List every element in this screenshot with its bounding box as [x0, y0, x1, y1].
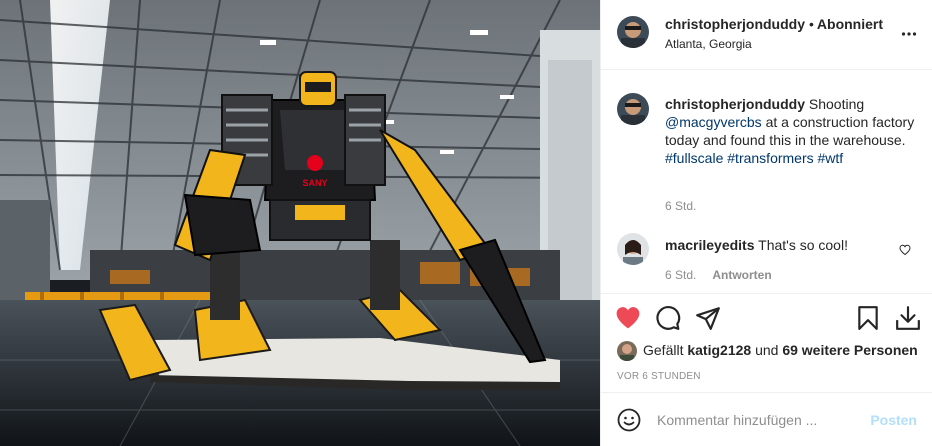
save-bookmark-icon[interactable]	[855, 305, 881, 331]
commenter-avatar[interactable]	[617, 233, 649, 265]
caption-timestamp[interactable]: 6 Std.	[665, 199, 696, 213]
likes-prefix: Gefällt	[643, 342, 684, 358]
header-separator: •	[809, 16, 814, 32]
liker-avatar[interactable]	[617, 341, 637, 361]
add-comment-bar: Posten	[601, 392, 932, 446]
post-timestamp[interactable]: VOR 6 STUNDEN	[617, 371, 701, 382]
likes-middle: und	[755, 342, 779, 358]
robot-warehouse-image: SANY	[0, 0, 600, 446]
likes-text: Gefällt katig2128 und 69 weitere Persone…	[643, 342, 918, 358]
caption-part-1: Shooting	[808, 96, 865, 112]
author-avatar[interactable]	[617, 16, 649, 48]
likes-others-link[interactable]: 69 weitere Personen	[782, 342, 917, 358]
more-options-icon[interactable]	[901, 26, 917, 42]
hashtag-link[interactable]: #wtf	[818, 150, 844, 166]
author-username[interactable]: christopherjonduddy	[665, 16, 805, 32]
comment-body: That's so cool!	[758, 237, 848, 253]
post-sidebar: christopherjonduddy • Abonniert Atlanta, G…	[600, 0, 932, 446]
location-link[interactable]: Atlanta, Georgia	[665, 37, 752, 51]
caption-text: christopherjonduddy Shooting @macgyvercb…	[665, 95, 925, 167]
comment-timestamp[interactable]: 6 Std.	[665, 268, 696, 282]
download-icon[interactable]	[895, 305, 921, 331]
liker-username[interactable]: katig2128	[687, 342, 751, 358]
follow-status-button[interactable]: Abonniert	[817, 16, 883, 32]
post-actions: Gefällt katig2128 und 69 weitere Persone…	[601, 293, 932, 403]
post-photo[interactable]: SANY	[0, 0, 600, 446]
hashtag-link[interactable]: #fullscale	[665, 150, 723, 166]
instagram-post: SANY christopherjonduddy • Abonniert Atl…	[0, 0, 932, 446]
comment-bubble-icon[interactable]	[655, 305, 681, 331]
comment-meta: 6 Std. Antworten	[665, 268, 772, 282]
reply-button[interactable]: Antworten	[712, 268, 771, 282]
hashtag-link[interactable]: #transformers	[727, 150, 813, 166]
caption-mention-link[interactable]: @macgyvercbs	[665, 114, 762, 130]
like-comment-heart-icon[interactable]	[899, 243, 911, 256]
comments-section: christopherjonduddy Shooting @macgyvercb…	[601, 71, 932, 293]
comment-input[interactable]	[657, 410, 857, 430]
caption-author-avatar[interactable]	[617, 93, 649, 125]
post-comment-button[interactable]: Posten	[870, 412, 917, 428]
comment-username[interactable]: macrileyedits	[665, 237, 755, 253]
comment-text: macrileyedits That's so cool!	[665, 237, 848, 253]
post-header: christopherjonduddy • Abonniert Atlanta, G…	[601, 0, 932, 70]
emoji-smiley-icon[interactable]	[617, 408, 641, 432]
author-line: christopherjonduddy • Abonniert	[665, 16, 883, 32]
caption-username[interactable]: christopherjonduddy	[665, 96, 805, 112]
robot-logo-text: SANY	[302, 178, 327, 188]
like-heart-icon[interactable]	[615, 305, 641, 331]
share-paper-plane-icon[interactable]	[695, 305, 721, 331]
